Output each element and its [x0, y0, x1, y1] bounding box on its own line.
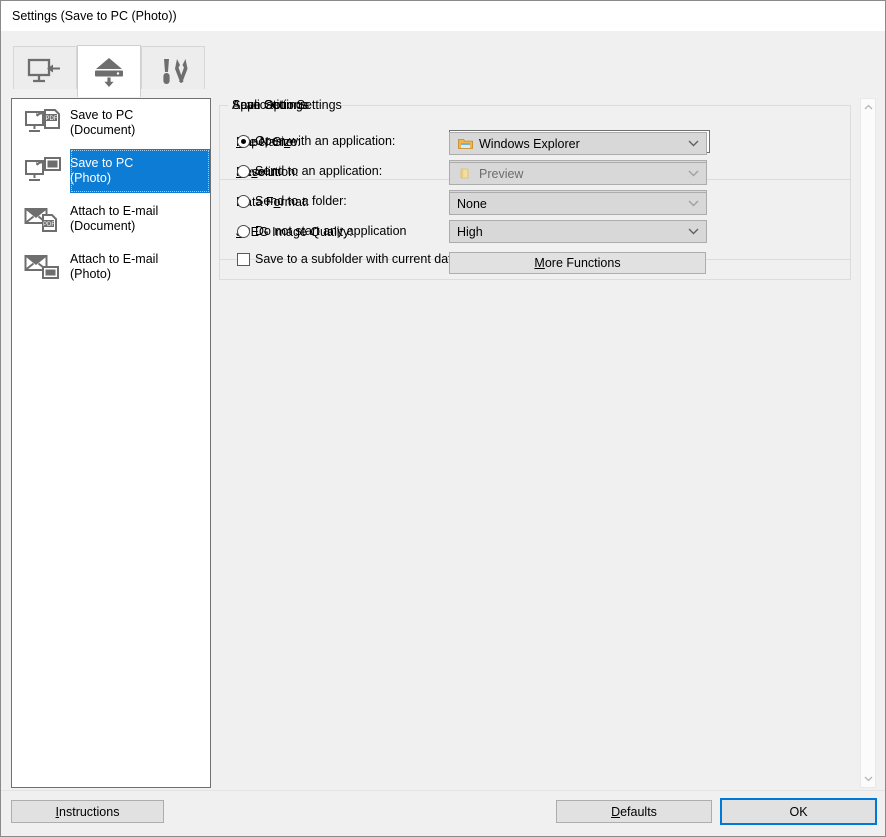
folder-icon — [457, 167, 473, 180]
monitor-scan-icon — [27, 57, 63, 87]
sidebar-item-attach-to-email-document[interactable]: PDF Attach to E-mail (Document) — [12, 195, 210, 243]
radio-send-to-application-row[interactable]: Send to an application: — [237, 164, 382, 178]
envelope-photo-icon — [22, 251, 66, 283]
radio-open-with-application-row[interactable]: Open with an application: — [237, 134, 395, 148]
vertical-scrollbar[interactable] — [860, 98, 876, 788]
envelope-pdf-icon: PDF — [22, 203, 66, 235]
tab-strip — [1, 31, 885, 97]
dialog-footer: Instructions Defaults OK — [1, 790, 885, 836]
svg-text:PDF: PDF — [43, 222, 55, 228]
chevron-down-icon — [688, 163, 699, 184]
more-functions-button[interactable]: More Functions — [449, 252, 706, 274]
ok-button[interactable]: OK — [720, 798, 877, 825]
title-bar: Settings (Save to PC (Photo)) — [1, 1, 885, 31]
sidebar-item-label: Attach to E-mail (Photo) — [70, 252, 159, 281]
send-to-application-value: Preview — [479, 166, 524, 181]
tab-scan-from-operation-panel[interactable] — [77, 45, 141, 97]
application-settings-legend: Application Settings — [232, 98, 342, 112]
radio-do-not-start-any-application[interactable] — [237, 224, 250, 238]
sidebar-item-label: Save to PC (Photo) — [70, 156, 134, 185]
scroll-down-arrow-icon[interactable] — [861, 771, 875, 787]
sidebar-item-save-to-pc-photo[interactable]: Save to PC (Photo) — [12, 147, 210, 195]
category-list[interactable]: PDF Save to PC (Document) Save to PC (Ph… — [11, 98, 211, 788]
sidebar-item-label: Attach to E-mail (Document) — [70, 204, 159, 233]
scroll-up-arrow-icon[interactable] — [861, 99, 875, 115]
sidebar-item-label: Save to PC (Document) — [70, 108, 136, 137]
sidebar-item-attach-to-email-photo[interactable]: Attach to E-mail (Photo) — [12, 243, 210, 291]
radio-send-to-folder-row[interactable]: Send to a folder: — [237, 194, 347, 208]
send-to-folder-value: None — [457, 196, 487, 211]
tools-icon — [156, 56, 190, 88]
settings-dialog: Settings (Save to PC (Photo)) PDF Save t… — [0, 0, 886, 837]
chevron-down-icon — [688, 193, 699, 214]
radio-send-to-folder-label: Send to a folder: — [255, 194, 347, 208]
send-to-folder-combo[interactable]: None — [449, 192, 707, 215]
defaults-button[interactable]: Defaults — [556, 800, 712, 823]
radio-open-with-application[interactable] — [237, 134, 250, 148]
content-area: PDF Save to PC (Document) Save to PC (Ph… — [1, 89, 885, 801]
radio-send-to-application[interactable] — [237, 164, 250, 178]
radio-send-to-application-label: Send to an application: — [255, 164, 383, 178]
application-settings-group: Application Settings Open with an applic… — [219, 98, 851, 280]
windows-explorer-folder-icon — [457, 137, 473, 150]
radio-do-not-start-label: Do not start any application — [255, 224, 407, 238]
chevron-down-icon — [688, 133, 699, 154]
settings-pane: Scan Options Paper Size: Use Device Sett… — [219, 98, 851, 788]
monitor-pdf-icon: PDF — [22, 107, 66, 139]
radio-do-not-start-row[interactable]: Do not start any application — [237, 224, 406, 238]
window-title: Settings (Save to PC (Photo)) — [12, 9, 177, 23]
scanner-download-icon — [91, 56, 127, 88]
monitor-photo-icon — [22, 155, 66, 187]
sidebar-item-save-to-pc-document[interactable]: PDF Save to PC (Document) — [12, 99, 210, 147]
svg-text:PDF: PDF — [46, 116, 58, 122]
open-with-application-value: Windows Explorer — [479, 136, 580, 151]
send-to-application-combo[interactable]: Preview — [449, 162, 707, 185]
radio-send-to-folder[interactable] — [237, 194, 250, 208]
instructions-button[interactable]: Instructions — [11, 800, 164, 823]
radio-open-with-application-label: Open with an application: — [255, 134, 396, 148]
open-with-application-combo[interactable]: Windows Explorer — [449, 132, 707, 155]
